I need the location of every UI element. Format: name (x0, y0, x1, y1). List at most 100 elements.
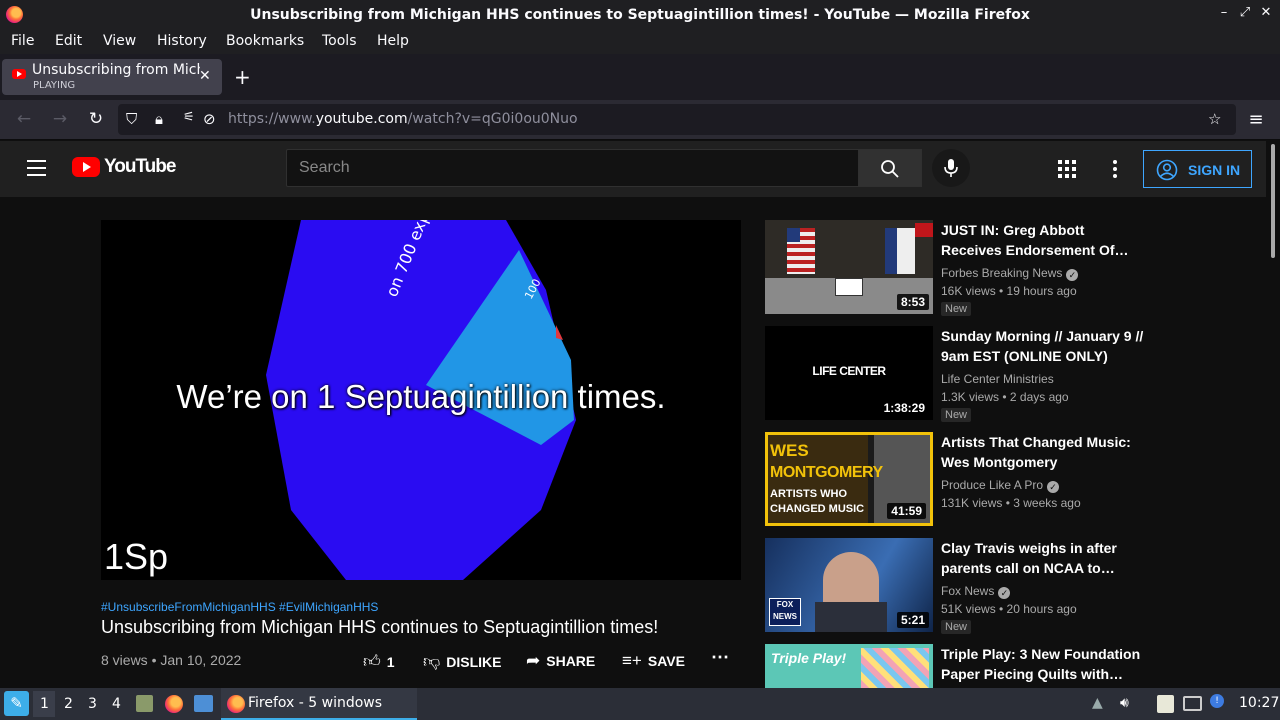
update-notifier-icon[interactable]: ! (1210, 694, 1224, 708)
recommendation-title[interactable]: Triple Play: 3 New Foundation Paper Piec… (941, 644, 1145, 684)
back-icon[interactable]: ← (13, 109, 35, 129)
sign-in-button[interactable]: SIGN IN (1143, 150, 1252, 188)
video-player[interactable]: on 700 exports! 100 We’re on 1 Septuagin… (101, 220, 741, 580)
verified-check-icon: ✓ (1066, 269, 1079, 281)
url-text[interactable]: https://www.youtube.com/watch?v=qG0i0ou0… (228, 111, 578, 127)
recommendation-title[interactable]: JUST IN: Greg Abbott Receives Endorsemen… (941, 220, 1145, 260)
video-thumbnail[interactable]: WES MONTGOMERY ARTISTS WHO CHANGED MUSIC… (765, 432, 933, 526)
maximize-icon[interactable]: ⤢ (1236, 5, 1254, 20)
recommendation-item[interactable]: Triple Play! Triple Play: 3 New Foundati… (765, 644, 1145, 688)
like-count: 1 (386, 654, 395, 670)
menu-view[interactable]: View (103, 33, 136, 49)
thumbnail-text: Triple Play! (771, 650, 847, 666)
volume-icon[interactable]: 🔊︎ (1120, 695, 1129, 711)
app-menu-icon[interactable]: ≡ (1245, 109, 1267, 130)
save-label: SAVE (647, 653, 685, 669)
recommendation-item[interactable]: WES MONTGOMERY ARTISTS WHO CHANGED MUSIC… (765, 432, 1145, 528)
menu-tools[interactable]: Tools (322, 33, 357, 49)
video-title: Unsubscribing from Michigan HHS continue… (101, 617, 659, 637)
share-button[interactable]: ➦ SHARE (526, 651, 595, 671)
thumbnail-text: CHANGED MUSIC (770, 503, 865, 515)
recommendation-title[interactable]: Clay Travis weighs in after parents call… (941, 538, 1145, 578)
window-title: Unsubscribing from Michigan HHS continue… (250, 7, 1030, 23)
youtube-wordmark[interactable]: YouTube (104, 156, 176, 178)
menu-history[interactable]: History (157, 33, 207, 49)
search-icon (881, 160, 899, 178)
taskbar-task-firefox[interactable]: Firefox - 5 windows (221, 688, 417, 720)
clipboard-icon[interactable] (1157, 695, 1174, 713)
tab-active[interactable]: Unsubscribing from Michigan HHS continue… (2, 59, 222, 95)
apps-grid-icon[interactable] (1058, 160, 1076, 178)
save-button[interactable]: ≡+ SAVE (622, 651, 685, 671)
shield-icon[interactable]: ⛉ (126, 110, 137, 128)
workspace-2[interactable]: 2 (64, 696, 73, 712)
close-window-icon[interactable]: ✕ (1257, 5, 1275, 20)
lock-icon[interactable]: 🔒︎ (155, 110, 163, 128)
tab-bar: Unsubscribing from Michigan HHS continue… (0, 54, 1280, 100)
file-manager-icon[interactable] (136, 695, 153, 712)
dislike-button[interactable]: 👎︎ DISLIKE (423, 651, 502, 672)
video-corner-text: 1Sp (104, 536, 169, 577)
channel-name[interactable]: Life Center Ministries (941, 372, 1054, 386)
recommendation-title[interactable]: Sunday Morning // January 9 // 9am EST (… (941, 326, 1145, 366)
guide-menu-icon[interactable] (27, 160, 46, 176)
network-icon[interactable] (1183, 696, 1202, 711)
video-thumbnail[interactable]: Triple Play! (765, 644, 933, 688)
video-thumbnail[interactable]: FOX NEWS 5:21 (765, 538, 933, 632)
tab-close-icon[interactable]: ✕ (199, 68, 211, 84)
voice-search-button[interactable] (932, 149, 970, 187)
channel-name[interactable]: Forbes Breaking News ✓ (941, 266, 1079, 281)
url-bar[interactable]: ⛉ 🔒︎ ⚟ ⊘ https://www.youtube.com/watch?v… (118, 104, 1236, 135)
channel-name[interactable]: Produce Like A Pro ✓ (941, 478, 1060, 493)
bookmark-star-icon[interactable]: ☆ (1208, 110, 1221, 128)
thumbnail-text: ARTISTS WHO (770, 488, 847, 500)
view-count: 51K views • 20 hours ago (941, 602, 1077, 616)
recommendation-item[interactable]: 8:53 JUST IN: Greg Abbott Receives Endor… (765, 220, 1145, 316)
start-menu-icon[interactable]: ✎ (4, 691, 29, 716)
thumbnail-text: LIFE CENTER (812, 364, 886, 378)
forward-icon[interactable]: → (49, 109, 71, 129)
like-button[interactable]: 👍︎ 1 (363, 651, 395, 672)
permissions-icon[interactable]: ⚟ (183, 110, 195, 125)
firefox-launcher-icon[interactable] (165, 695, 183, 713)
search-button[interactable] (858, 149, 922, 187)
recommendation-title[interactable]: Artists That Changed Music: Wes Montgome… (941, 432, 1145, 472)
workspace-1[interactable]: 1 (40, 696, 49, 712)
youtube-favicon-icon (12, 69, 26, 79)
settings-more-icon[interactable] (1112, 159, 1118, 179)
view-count: 16K views • 19 hours ago (941, 284, 1077, 298)
recommendation-item[interactable]: FOX NEWS 5:21 Clay Travis weighs in after… (765, 538, 1145, 634)
menu-edit[interactable]: Edit (55, 33, 82, 49)
menu-help[interactable]: Help (377, 33, 409, 49)
system-taskbar: ✎ 1 2 3 4 Firefox - 5 windows ▲ 🔊︎ ! 10:… (0, 688, 1280, 720)
playlist-add-icon: ≡+ (622, 651, 642, 670)
minimize-icon[interactable]: – (1215, 5, 1233, 20)
autoplay-blocked-icon[interactable]: ⊘ (203, 110, 216, 128)
firefox-task-icon (227, 695, 245, 713)
new-tab-icon[interactable]: + (234, 65, 251, 89)
video-hashtags[interactable]: #UnsubscribeFromMichiganHHS #EvilMichiga… (101, 600, 378, 614)
menu-bookmarks[interactable]: Bookmarks (226, 33, 304, 49)
new-badge: New (941, 302, 972, 316)
recommendation-item[interactable]: LIFE CENTER 1:38:29 Sunday Morning // Ja… (765, 326, 1145, 422)
workspace-4[interactable]: 4 (112, 696, 121, 712)
thumbnail-text: WES (770, 441, 809, 460)
workspace-3[interactable]: 3 (88, 696, 97, 712)
page-scrollbar[interactable] (1266, 141, 1280, 688)
video-thumbnail[interactable]: LIFE CENTER 1:38:29 (765, 326, 933, 420)
channel-name[interactable]: Fox News ✓ (941, 584, 1011, 599)
video-thumbnail[interactable]: 8:53 (765, 220, 933, 314)
menu-bar: File Edit View History Bookmarks Tools H… (0, 30, 1280, 54)
new-badge: New (941, 408, 972, 422)
view-count: 1.3K views • 2 days ago (941, 390, 1069, 404)
menu-file[interactable]: File (11, 33, 34, 49)
window-titlebar: Unsubscribing from Michigan HHS continue… (0, 0, 1280, 30)
clock[interactable]: 10:27 (1239, 695, 1279, 711)
scrollbar-thumb[interactable] (1271, 144, 1275, 258)
youtube-logo-icon[interactable] (72, 157, 100, 177)
reload-icon[interactable]: ↻ (85, 109, 107, 129)
search-input[interactable] (287, 150, 858, 186)
desktop-icon[interactable] (194, 695, 213, 712)
tray-up-icon[interactable]: ▲ (1092, 695, 1103, 711)
more-actions-icon[interactable]: ⋯ (711, 647, 729, 668)
